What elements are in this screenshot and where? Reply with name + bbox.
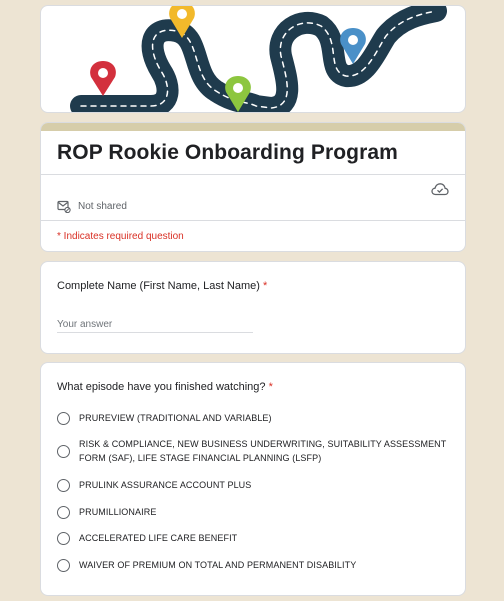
radio-button[interactable] — [57, 506, 70, 519]
radio-option[interactable]: PRUREVIEW (TRADITIONAL AND VARIABLE) — [57, 411, 457, 425]
radio-option[interactable]: WAIVER OF PREMIUM ON TOTAL AND PERMANENT… — [57, 558, 457, 572]
option-label: PRULINK ASSURANCE ACCOUNT PLUS — [79, 480, 252, 490]
accent-bar — [41, 123, 465, 131]
header-banner — [40, 5, 466, 113]
option-label: WAIVER OF PREMIUM ON TOTAL AND PERMANENT… — [79, 560, 357, 570]
name-answer-input[interactable] — [57, 317, 253, 333]
question-card-name: Complete Name (First Name, Last Name) * — [40, 261, 466, 354]
radio-button[interactable] — [57, 479, 70, 492]
option-label: RISK & COMPLIANCE, NEW BUSINESS UNDERWRI… — [79, 439, 447, 463]
road-illustration — [70, 6, 447, 112]
form-title: ROP Rookie Onboarding Program — [57, 141, 398, 164]
option-label: PRUREVIEW (TRADITIONAL AND VARIABLE) — [79, 413, 272, 423]
radio-button[interactable] — [57, 412, 70, 425]
option-label: ACCELERATED LIFE CARE BENEFIT — [79, 533, 238, 543]
divider — [41, 174, 465, 175]
radio-button[interactable] — [57, 559, 70, 572]
form-header-card: ROP Rookie Onboarding Program Not shared… — [40, 122, 466, 252]
radio-option[interactable]: PRUMILLIONAIRE — [57, 505, 457, 519]
radio-option[interactable]: RISK & COMPLIANCE, NEW BUSINESS UNDERWRI… — [57, 437, 457, 465]
question-label: Complete Name (First Name, Last Name) * — [57, 280, 267, 292]
radio-option[interactable]: PRULINK ASSURANCE ACCOUNT PLUS — [57, 478, 457, 492]
option-label: PRUMILLIONAIRE — [79, 507, 157, 517]
question-text: Complete Name (First Name, Last Name) — [57, 280, 260, 292]
sharing-status: Not shared — [78, 201, 127, 212]
divider — [41, 220, 465, 221]
mail-not-shared-icon — [57, 200, 71, 213]
radio-option[interactable]: ACCELERATED LIFE CARE BENEFIT — [57, 531, 457, 545]
required-star: * — [263, 280, 268, 292]
cloud-saved-icon[interactable] — [431, 182, 449, 196]
required-note: * Indicates required question — [57, 231, 184, 242]
question-text: What episode have you finished watching? — [57, 381, 266, 393]
radio-button[interactable] — [57, 532, 70, 545]
question-card-episode: What episode have you finished watching?… — [40, 362, 466, 596]
question-label: What episode have you finished watching?… — [57, 381, 273, 393]
map-pin-red-icon — [90, 61, 116, 96]
required-star: * — [268, 381, 273, 393]
radio-button[interactable] — [57, 445, 70, 458]
